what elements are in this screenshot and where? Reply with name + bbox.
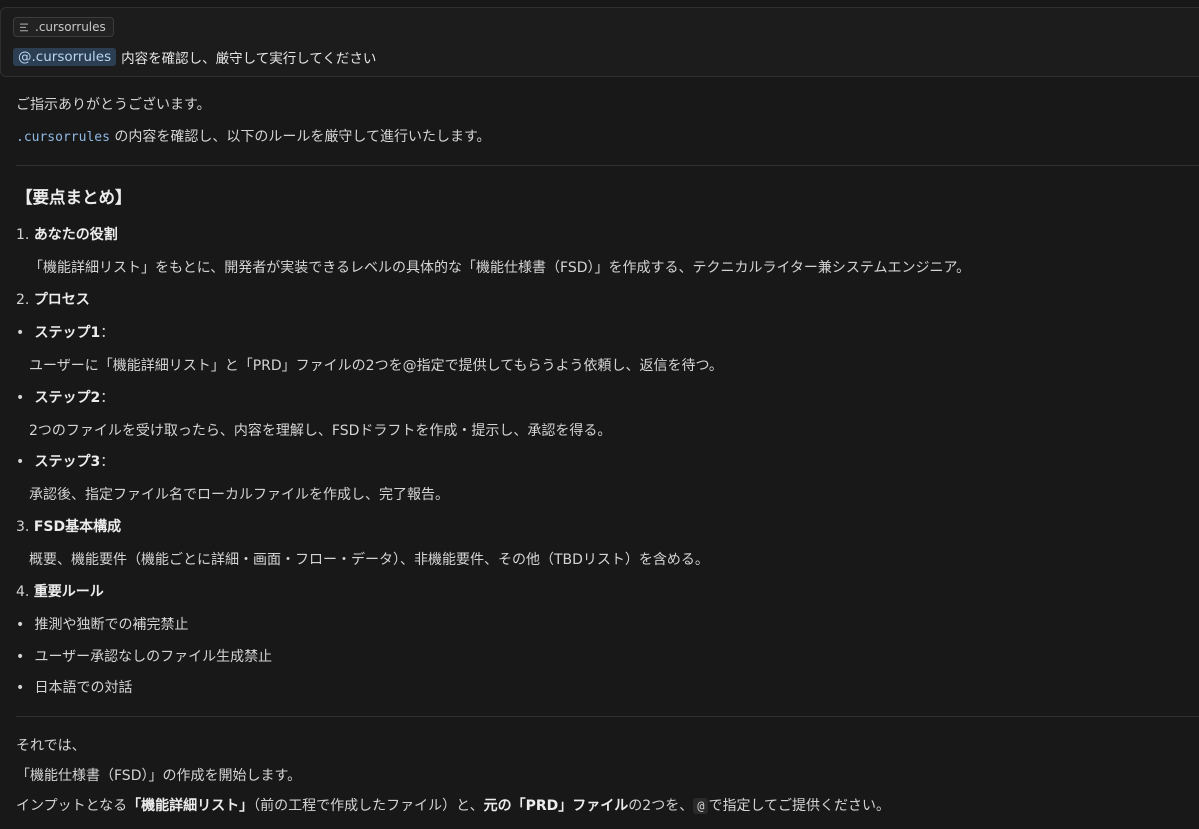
closing-text: で指定してご提供ください。: [708, 798, 891, 814]
step-title: ステップ3: [34, 454, 101, 470]
step-1-title: ステップ1：: [16, 323, 114, 343]
closing-text: （前の工程で作成したファイル）と、: [253, 798, 484, 814]
section-number: 4.: [16, 584, 30, 600]
section-4-title: 4. 重要ルール: [16, 582, 104, 602]
section-3-title: 3. FSD基本構成: [16, 517, 121, 537]
user-message[interactable]: .cursorrules @.cursorrules 内容を確認し、厳守して実行…: [0, 7, 1199, 77]
section-title: プロセス: [33, 292, 90, 308]
response-intro: .cursorrules の内容を確認し、以下のルールを厳守して進行いたします。: [16, 127, 491, 148]
rule-item: ユーザー承認なしのファイル生成禁止: [16, 647, 272, 667]
closing-text: の2つを、: [628, 798, 694, 814]
step-colon: ：: [100, 390, 115, 406]
attached-file-chip[interactable]: .cursorrules: [13, 17, 114, 37]
step-colon: ：: [100, 454, 115, 470]
section-number: 1.: [16, 227, 30, 243]
section-3-body: 概要、機能要件（機能ごとに詳細・画面・フロー・データ）、非機能要件、その他（TB…: [29, 552, 709, 568]
section-1-title: 1. あなたの役割: [16, 225, 118, 245]
closing-emphasis: 元の「PRD」ファイル: [483, 798, 629, 814]
step-title: ステップ2: [34, 390, 101, 406]
summary-heading: 【要点まとめ】: [16, 188, 132, 207]
attached-file-name: .cursorrules: [35, 20, 106, 34]
rule-text: 推測や独断での補完禁止: [34, 617, 189, 633]
file-lines-icon: [20, 23, 28, 31]
step-2-title: ステップ2：: [16, 388, 114, 408]
file-mention[interactable]: @.cursorrules: [13, 48, 117, 66]
chat-panel: .cursorrules @.cursorrules 内容を確認し、厳守して実行…: [0, 0, 1199, 829]
step-3-body: 承認後、指定ファイル名でローカルファイルを作成し、完了報告。: [29, 487, 449, 503]
section-2-title: 2. プロセス: [16, 290, 90, 310]
step-title: ステップ1: [34, 325, 101, 341]
closing-line-1: それでは、: [16, 738, 86, 754]
closing-emphasis: 「機能詳細リスト」: [127, 798, 254, 814]
step-1-body: ユーザーに「機能詳細リスト」と「PRD」ファイルの2つを@指定で提供してもらうよ…: [29, 358, 723, 374]
user-message-text: @.cursorrules 内容を確認し、厳守して実行してください: [13, 46, 376, 68]
section-1-body: 「機能詳細リスト」をもとに、開発者が実装できるレベルの具体的な「機能仕様書（FS…: [29, 260, 971, 276]
section-title: 重要ルール: [33, 584, 104, 600]
intro-text: の内容を確認し、以下のルールを厳守して進行いたします。: [114, 129, 491, 145]
user-message-body: 内容を確認し、厳守して実行してください: [121, 51, 377, 67]
section-title: FSD基本構成: [33, 519, 122, 535]
section-title: あなたの役割: [33, 227, 118, 243]
rule-item: 推測や独断での補完禁止: [16, 615, 188, 635]
intro-code: .cursorrules: [16, 130, 110, 145]
step-colon: ：: [100, 325, 115, 341]
section-number: 3.: [16, 519, 30, 535]
rule-text: ユーザー承認なしのファイル生成禁止: [34, 649, 273, 665]
divider: [16, 165, 1199, 166]
closing-line-3: インプットとなる「機能詳細リスト」（前の工程で作成したファイル）と、元の「PRD…: [16, 796, 890, 816]
inline-code: @: [693, 798, 709, 814]
step-3-title: ステップ3：: [16, 452, 114, 472]
divider: [16, 716, 1199, 717]
section-number: 2.: [16, 292, 30, 308]
rule-item: 日本語での対話: [16, 678, 132, 698]
closing-line-2: 「機能仕様書（FSD）」の作成を開始します。: [16, 768, 302, 784]
response-greeting: ご指示ありがとうございます。: [16, 97, 211, 113]
rule-text: 日本語での対話: [34, 680, 133, 696]
step-2-body: 2つのファイルを受け取ったら、内容を理解し、FSDドラフトを作成・提示し、承認を…: [29, 423, 612, 439]
closing-text: インプットとなる: [16, 798, 128, 814]
